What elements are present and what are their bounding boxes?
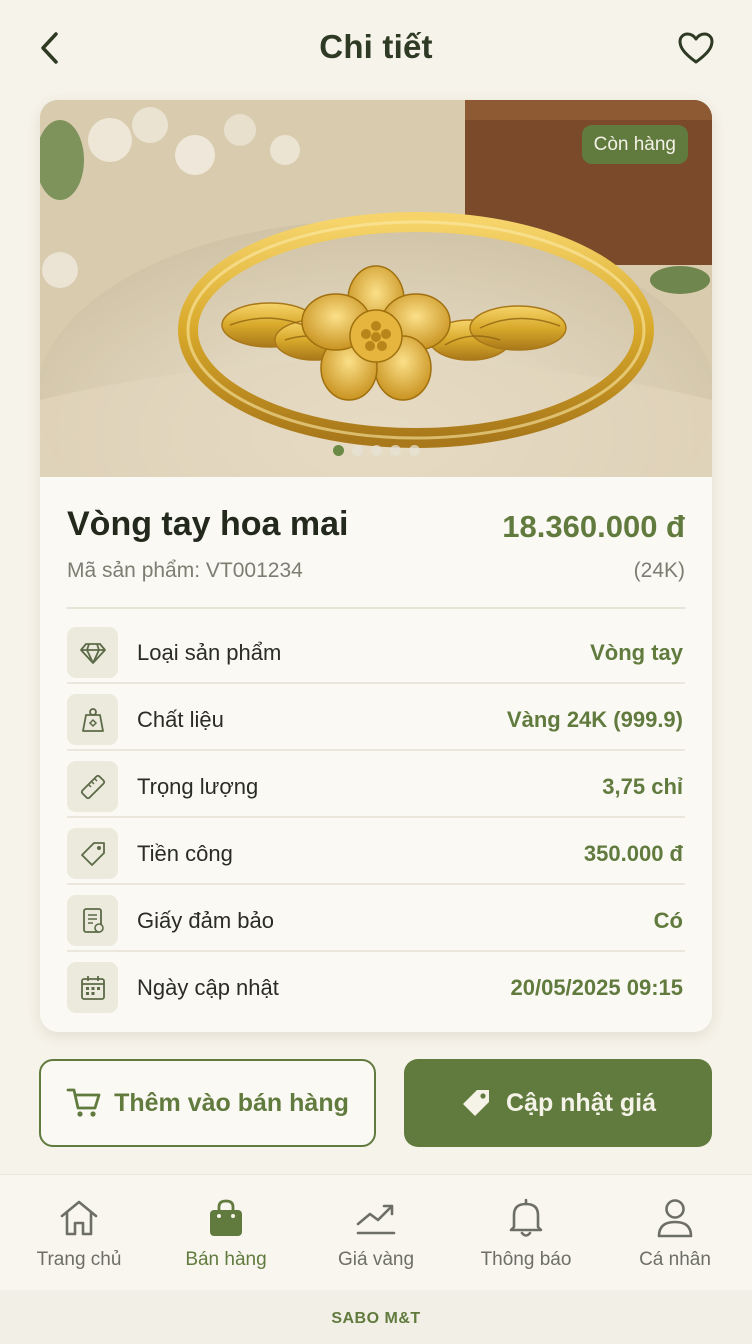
spec-row-material: Chất liệu Vàng 24K (999.9) (67, 684, 685, 751)
ruler-icon (67, 761, 118, 812)
diamond-icon (67, 627, 118, 678)
spec-value: 20/05/2025 09:15 (510, 975, 684, 1000)
spec-row-type: Loại sản phẩm Vòng tay (67, 617, 685, 684)
nav-item-profile[interactable]: Cá nhân (600, 1193, 750, 1283)
nav-label: Cá nhân (639, 1249, 711, 1270)
spec-label: Giấy đảm bảo (137, 908, 274, 933)
update-price-button[interactable]: Cập nhật giá (404, 1059, 712, 1147)
carousel-dot[interactable] (370, 445, 382, 456)
update-price-label: Cập nhật giá (505, 1088, 656, 1117)
spec-row-certificate: Giấy đảm bảo Có (67, 885, 685, 952)
spec-value: Vàng 24K (999.9) (506, 707, 683, 732)
cart-icon (66, 1088, 101, 1117)
footer: SABO M&T (0, 1290, 752, 1344)
nav-item-notifications[interactable]: Thông báo (451, 1193, 601, 1283)
spec-value: 3,75 chỉ (602, 774, 683, 799)
spec-label: Tiền công (137, 841, 233, 866)
spec-label: Trọng lượng (137, 774, 259, 799)
carousel-dot[interactable] (332, 445, 344, 456)
header: Chi tiết (0, 0, 752, 96)
calendar-icon (67, 962, 118, 1013)
carousel-dot[interactable] (351, 445, 363, 456)
carousel-dot[interactable] (408, 445, 420, 456)
add-to-sale-button[interactable]: Thêm vào bán hàng (39, 1059, 376, 1147)
weight-icon (67, 694, 118, 745)
carousel-dot[interactable] (389, 445, 401, 456)
product-name: Vòng tay hoa mai (67, 505, 349, 543)
spec-row-weight: Trọng lượng 3,75 chỉ (67, 751, 685, 818)
nav-item-sales[interactable]: Bán hàng (151, 1193, 301, 1283)
stock-status-badge: Còn hàng (581, 125, 688, 164)
product-card: Còn hàng Vòng tay hoa mai 18.360.000 đ M… (40, 100, 712, 1032)
spec-value: Vòng tay (590, 640, 683, 665)
add-to-sale-label: Thêm vào bán hàng (114, 1088, 349, 1117)
nav-label: Thông báo (480, 1249, 572, 1270)
certificate-icon (67, 895, 118, 946)
divider (67, 607, 685, 609)
carousel-indicator (40, 445, 712, 456)
brand-label: SABO M&T (331, 1310, 421, 1327)
spec-label: Loại sản phẩm (137, 640, 282, 665)
spec-label: Chất liệu (137, 707, 224, 732)
nav-label: Giá vàng (337, 1249, 415, 1270)
nav-label: Bán hàng (185, 1249, 267, 1270)
heart-icon (678, 32, 714, 64)
product-code: Mã sản phẩm: VT001234 (67, 559, 303, 582)
spec-row-updated: Ngày cập nhật 20/05/2025 09:15 (67, 952, 685, 1019)
spec-label: Ngày cập nhật (137, 975, 279, 1000)
product-price: 18.360.000 đ (502, 509, 685, 544)
price-tag-icon (462, 1090, 489, 1116)
nav-label: Trang chủ (36, 1249, 122, 1270)
spec-value: Có (653, 908, 683, 933)
page-title: Chi tiết (319, 28, 433, 65)
home-icon (60, 1200, 98, 1236)
bell-icon (509, 1198, 543, 1237)
spec-row-labor: Tiền công 350.000 đ (67, 818, 685, 885)
spec-value: 350.000 đ (583, 841, 683, 866)
product-image-carousel[interactable]: Còn hàng (40, 100, 712, 477)
nav-item-gold-price[interactable]: Giá vàng (301, 1193, 451, 1283)
user-icon (657, 1199, 693, 1238)
product-karat: (24K) (633, 559, 685, 582)
app-screen: Chi tiết Còn hàng Vòng tay hoa mai 18.36… (0, 0, 752, 1344)
favorite-button[interactable] (674, 26, 718, 70)
bottom-navigation: Trang chủ Bán hàng Giá vàng Thông báo Cá… (0, 1174, 752, 1290)
trend-chart-icon (356, 1204, 396, 1235)
tag-icon (67, 828, 118, 879)
shopping-bag-icon (210, 1199, 242, 1236)
nav-item-home[interactable]: Trang chủ (4, 1193, 154, 1283)
spec-list: Loại sản phẩm Vòng tay Chất liệu Vàng 24… (67, 617, 685, 1019)
